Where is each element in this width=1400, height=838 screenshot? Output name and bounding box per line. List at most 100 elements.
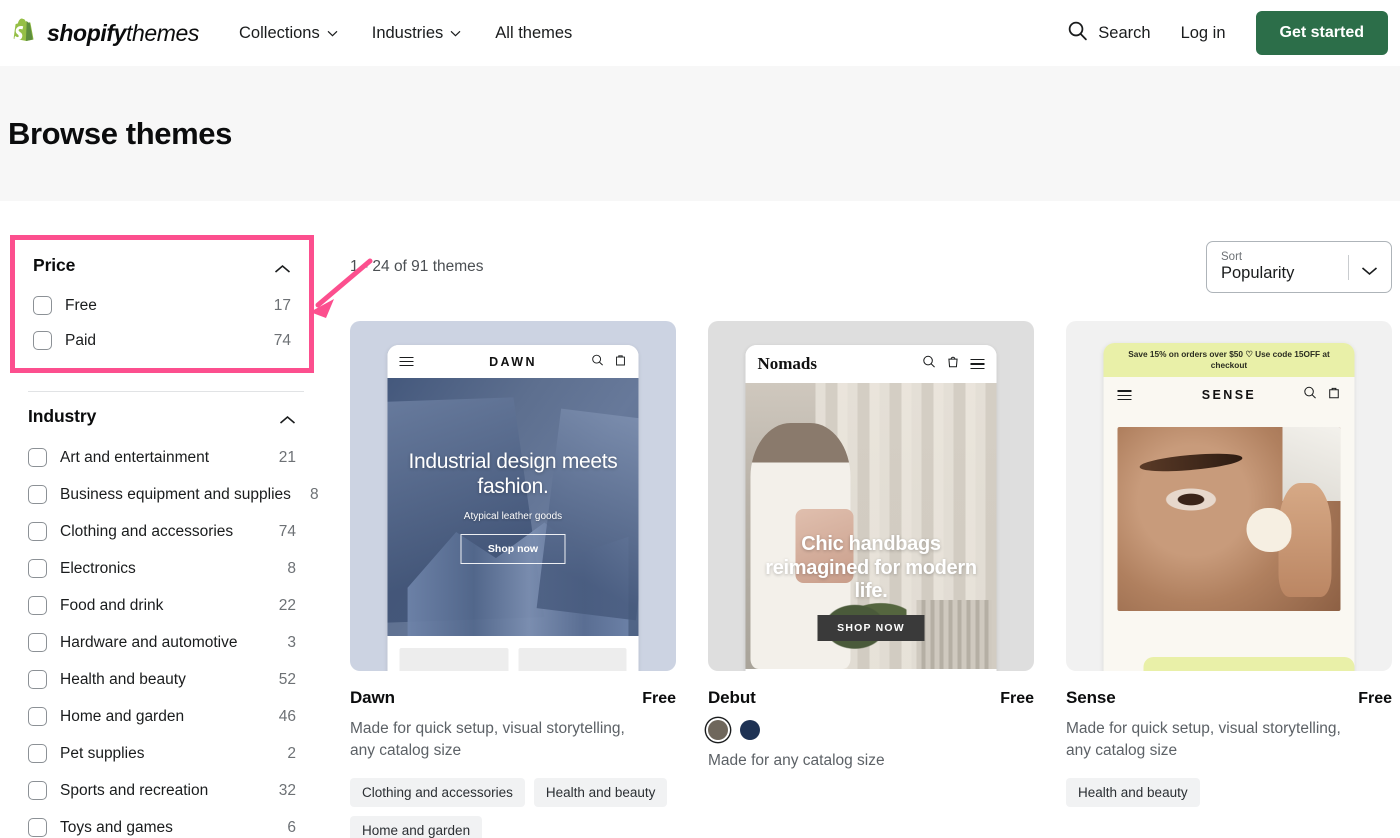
filter-industry-6[interactable]: Health and beauty 52 <box>28 661 296 698</box>
storefront-header-dawn: DAWN <box>387 345 639 378</box>
hero-headline-card-sense: Glowing skin. <box>1143 657 1355 671</box>
industry-filter-group: Industry Art and entertainment 21 Business… <box>10 392 319 838</box>
header-actions: Search Log in Get started <box>1067 11 1388 55</box>
hero-cta-debut[interactable]: SHOP NOW <box>817 615 925 641</box>
hero-cta-dawn[interactable]: Shop now <box>460 533 566 564</box>
theme-tag[interactable]: Clothing and accessories <box>350 778 525 807</box>
checkbox-industry-0[interactable] <box>28 448 47 467</box>
chevron-down-icon <box>450 30 461 37</box>
checkbox-industry-4[interactable] <box>28 596 47 615</box>
checkbox-industry-7[interactable] <box>28 707 47 726</box>
filter-industry-2-count: 74 <box>278 522 296 540</box>
checkbox-industry-1[interactable] <box>28 485 47 504</box>
login-button[interactable]: Log in <box>1181 24 1226 43</box>
storefront-hero-dawn: Industrial design meets fashion. Atypica… <box>387 378 639 636</box>
theme-meta-sense: Sense Free Made for quick setup, visual … <box>1066 671 1392 807</box>
theme-tag[interactable]: Health and beauty <box>1066 778 1200 807</box>
filter-industry-9-count: 32 <box>278 781 296 799</box>
nav-industries-label: Industries <box>371 23 444 42</box>
theme-preview-dawn[interactable]: DAWN Industrial design meets fashion. At… <box>350 321 676 671</box>
filter-industry-7[interactable]: Home and garden 46 <box>28 698 296 735</box>
price-section-title: Price <box>33 255 76 275</box>
filter-industry-0[interactable]: Art and entertainment 21 <box>28 439 296 476</box>
filter-industry-0-label: Art and entertainment <box>60 448 210 466</box>
filter-industry-3-label: Electronics <box>60 559 136 577</box>
search-icon <box>1304 386 1317 404</box>
hamburger-icon <box>970 356 985 372</box>
theme-card-dawn[interactable]: DAWN Industrial design meets fashion. At… <box>350 321 676 838</box>
page-body: Price Free 17 Paid 74 Industry Art and e… <box>0 201 1400 838</box>
sort-dropdown[interactable]: Sort Popularity <box>1206 241 1392 293</box>
theme-price-debut: Free <box>1000 690 1034 707</box>
cart-icon <box>1328 386 1341 404</box>
industry-section-header[interactable]: Industry <box>28 398 296 439</box>
theme-tags-dawn: Clothing and accessories Health and beaut… <box>350 778 676 838</box>
checkbox-industry-2[interactable] <box>28 522 47 541</box>
filter-price-paid[interactable]: Paid 74 <box>33 323 291 358</box>
hero-overlay-debut: Chic handbags reimagined for modern life… <box>745 383 996 669</box>
price-section-header[interactable]: Price <box>33 247 291 288</box>
filter-industry-9[interactable]: Sports and recreation 32 <box>28 772 296 809</box>
color-swatch-1[interactable] <box>740 720 760 740</box>
bag-icon <box>947 355 960 373</box>
filter-industry-8-count: 2 <box>287 744 296 762</box>
nav-collections[interactable]: Collections <box>239 24 338 43</box>
theme-card-sense[interactable]: Save 15% on orders over $50 ♡ Use code 1… <box>1066 321 1392 838</box>
chevron-down-icon <box>327 30 338 37</box>
filter-industry-4-label: Food and drink <box>60 596 164 614</box>
checkbox-paid[interactable] <box>33 331 52 350</box>
checkbox-industry-3[interactable] <box>28 559 47 578</box>
filter-industry-2-label: Clothing and accessories <box>60 522 234 540</box>
theme-price-sense: Free <box>1358 690 1392 707</box>
theme-card-debut[interactable]: Nomads Chic handbags reimagined for mode… <box>708 321 1034 838</box>
chevron-down-icon[interactable] <box>1361 263 1378 276</box>
filter-price-paid-count: 74 <box>273 331 291 349</box>
hamburger-icon <box>1117 387 1132 403</box>
filter-industry-5[interactable]: Hardware and automotive 3 <box>28 624 296 661</box>
shopify-themes-logo[interactable]: shopifythemes <box>10 18 199 49</box>
checkbox-industry-9[interactable] <box>28 781 47 800</box>
checkbox-free[interactable] <box>33 296 52 315</box>
filter-industry-8-label: Pet supplies <box>60 744 145 762</box>
chevron-up-icon[interactable] <box>274 261 291 273</box>
filters-sidebar: Price Free 17 Paid 74 Industry Art and e… <box>0 235 373 838</box>
chevron-up-icon[interactable] <box>279 412 296 424</box>
nav-industries[interactable]: Industries <box>372 24 462 43</box>
theme-tag[interactable]: Home and garden <box>350 816 483 838</box>
results-toolbar: 1 - 24 of 91 themes Sort Popularity <box>350 235 1392 293</box>
search-button[interactable]: Search <box>1067 20 1151 46</box>
filter-industry-3[interactable]: Electronics 8 <box>28 550 296 587</box>
filter-industry-4[interactable]: Food and drink 22 <box>28 587 296 624</box>
checkbox-industry-8[interactable] <box>28 744 47 763</box>
checkbox-industry-5[interactable] <box>28 633 47 652</box>
filter-industry-1[interactable]: Business equipment and supplies 8 <box>28 476 319 513</box>
filter-industry-7-label: Home and garden <box>60 707 185 725</box>
hero-headline-dawn: Industrial design meets fashion. <box>408 450 618 498</box>
filter-price-free[interactable]: Free 17 <box>33 288 291 323</box>
theme-title-row-debut: Debut Free <box>708 688 1034 708</box>
filter-industry-2[interactable]: Clothing and accessories 74 <box>28 513 296 550</box>
theme-title-row-dawn: Dawn Free <box>350 688 676 708</box>
theme-tag[interactable]: Health and beauty <box>533 778 668 807</box>
theme-preview-sense[interactable]: Save 15% on orders over $50 ♡ Use code 1… <box>1066 321 1392 671</box>
storefront-logo-sense: SENSE <box>1201 388 1257 403</box>
filter-industry-10[interactable]: Toys and games 6 <box>28 809 296 838</box>
theme-description-sense: Made for quick setup, visual storytellin… <box>1066 720 1341 759</box>
nav-all-themes[interactable]: All themes <box>495 24 572 43</box>
get-started-button[interactable]: Get started <box>1255 11 1388 55</box>
nav-all-themes-label: All themes <box>495 23 573 42</box>
storefront-icons-debut <box>923 355 985 373</box>
results-count: 1 - 24 of 91 themes <box>350 258 484 275</box>
storefront-icons-dawn <box>592 353 627 371</box>
checkbox-industry-10[interactable] <box>28 818 47 837</box>
price-filter-group: Price Free 17 Paid 74 <box>10 235 314 373</box>
storefront-logo-debut: Nomads <box>757 354 818 373</box>
shopify-bag-icon <box>10 18 39 49</box>
color-swatch-0[interactable] <box>708 720 728 740</box>
filter-industry-5-count: 3 <box>287 633 296 651</box>
hero-subhead-dawn: Atypical leather goods <box>463 510 563 522</box>
checkbox-industry-6[interactable] <box>28 670 47 689</box>
brand-themes-text: themes <box>125 19 200 46</box>
theme-preview-debut[interactable]: Nomads Chic handbags reimagined for mode… <box>708 321 1034 671</box>
filter-industry-8[interactable]: Pet supplies 2 <box>28 735 296 772</box>
